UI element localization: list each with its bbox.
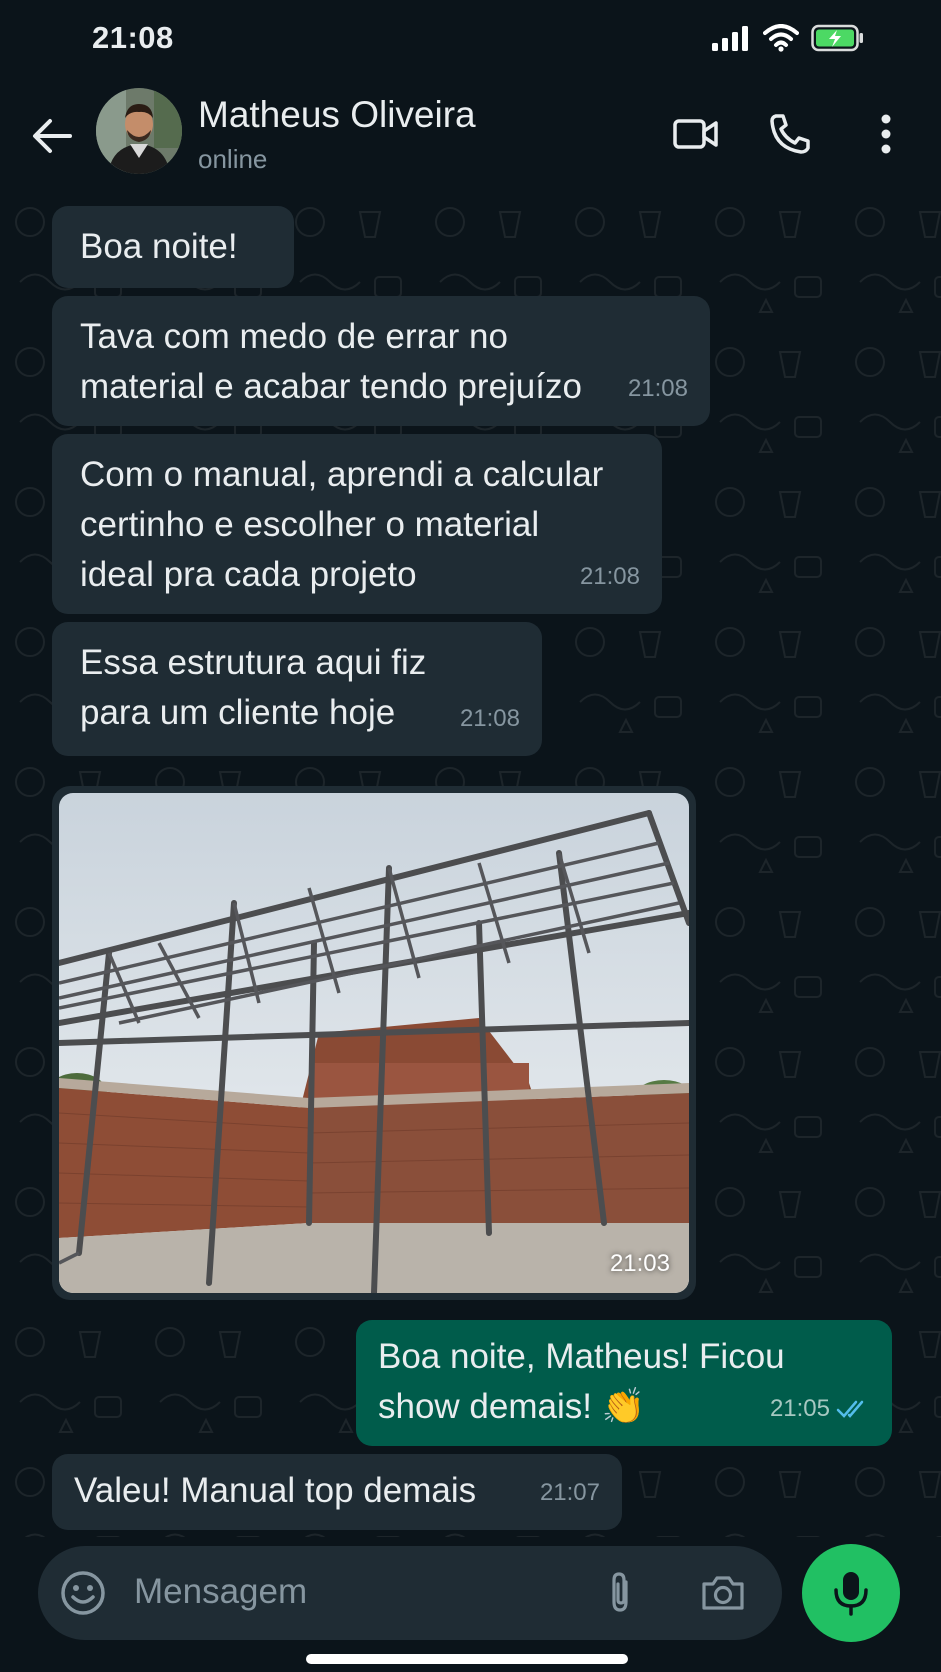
message-input[interactable]: Mensagem [134, 1572, 307, 1612]
message-time: 21:08 [627, 375, 688, 402]
avatar[interactable] [96, 88, 182, 174]
more-options-icon [881, 114, 891, 154]
avatar-photo [96, 88, 182, 174]
video-call-button[interactable] [668, 106, 724, 162]
message-time: 21:03 [609, 1250, 670, 1277]
message-bubble[interactable]: Com o manual, aprendi a calcular certinh… [52, 434, 662, 614]
outgoing-message-bubble[interactable]: Boa noite, Matheus! Ficou show demais! 👏… [356, 1320, 892, 1446]
wifi-icon [763, 24, 799, 52]
phone-icon [770, 114, 810, 154]
message-bubble[interactable]: Tava com medo de errar no material e aca… [52, 296, 710, 426]
message-time: 21:08 [459, 705, 520, 732]
message-text: Valeu! Manual top demais [74, 1471, 477, 1510]
camera-button[interactable] [698, 1568, 748, 1618]
message-bubble[interactable]: Valeu! Manual top demais 21:07 [52, 1454, 622, 1530]
image-message[interactable]: 21:03 [52, 786, 696, 1300]
status-bar: 21:08 [0, 0, 941, 80]
emoji-button[interactable] [58, 1568, 108, 1618]
message-bubble[interactable]: Essa estrutura aqui fiz para um cliente … [52, 622, 542, 756]
video-call-icon [673, 119, 718, 149]
message-text: Boa noite! [80, 227, 238, 266]
message-bubble[interactable]: Boa noite! [52, 206, 294, 288]
mic-button[interactable] [802, 1544, 900, 1642]
signal-icon [712, 26, 748, 51]
contact-name[interactable]: Matheus Oliveira [198, 94, 476, 136]
camera-icon [702, 1576, 744, 1610]
message-input-bar[interactable]: Mensagem [38, 1546, 782, 1640]
message-time: 21:07 [539, 1479, 600, 1506]
chat-area[interactable]: Boa noite! Tava com medo de errar no mat… [0, 192, 941, 1537]
status-icons [711, 24, 865, 52]
voice-call-button[interactable] [762, 106, 818, 162]
steel-structure-photo [59, 793, 689, 1293]
emoji-icon [61, 1571, 105, 1615]
message-text: Essa estrutura aqui fiz para um cliente … [80, 643, 427, 732]
message-text: Boa noite, Matheus! Ficou show demais! 👏 [378, 1337, 785, 1426]
back-button[interactable] [26, 110, 78, 162]
back-arrow-icon [33, 119, 72, 153]
attach-icon [612, 1572, 628, 1612]
chat-header: Matheus Oliveira online [0, 80, 941, 192]
message-time: 21:08 [579, 563, 640, 590]
double-check-icon [836, 1400, 864, 1418]
photo-steel-structure[interactable] [59, 793, 689, 1293]
contact-status: online [198, 144, 268, 174]
mic-icon [834, 1572, 868, 1616]
status-time: 21:08 [92, 20, 174, 55]
home-indicator[interactable] [306, 1654, 628, 1664]
message-text: Com o manual, aprendi a calcular certinh… [80, 455, 604, 594]
attach-button[interactable] [596, 1568, 646, 1618]
message-meta: 21:05 [770, 1384, 870, 1434]
more-options-button[interactable] [858, 106, 914, 162]
message-time: 21:05 [769, 1395, 830, 1422]
battery-icon [811, 24, 863, 52]
message-text: Tava com medo de errar no material e aca… [80, 317, 582, 406]
